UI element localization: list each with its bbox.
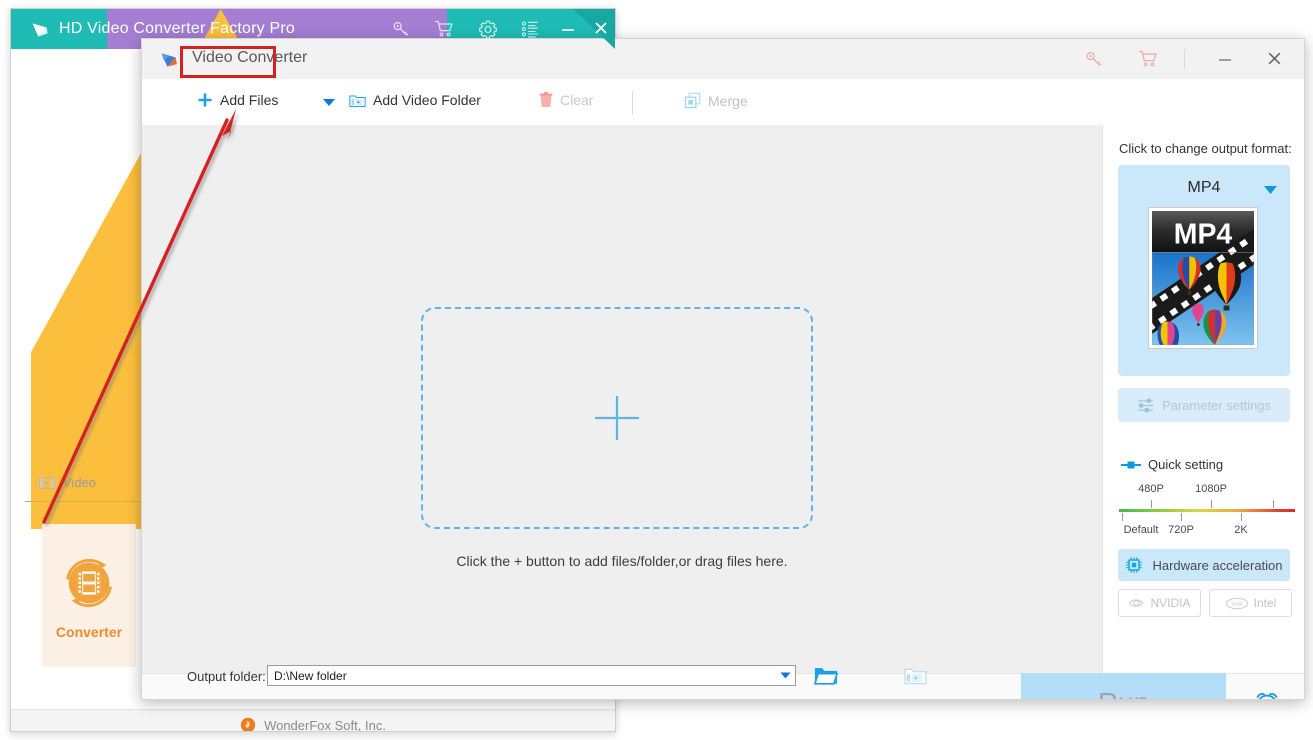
cart-icon[interactable] — [1137, 49, 1159, 69]
main-window-titlebar: Video Converter — [142, 39, 1304, 80]
clear-button[interactable]: Clear — [539, 92, 593, 108]
merge-button[interactable]: Merge — [684, 92, 748, 109]
cart-icon[interactable] — [433, 19, 455, 39]
plus-icon — [198, 93, 212, 107]
content-area: Click the + button to add files/folder,o… — [142, 125, 1102, 673]
add-files-label: Add Files — [220, 92, 279, 108]
quality-slider-track — [1119, 509, 1295, 512]
main-close-button[interactable] — [1266, 50, 1283, 67]
annotation-box-add-files — [180, 46, 276, 78]
merge-squares-icon — [684, 92, 701, 109]
dropzone-hint: Click the + button to add files/folder,o… — [456, 553, 788, 569]
screen-root: HD Video Converter Factory Pro Video Con… — [0, 0, 1313, 740]
background-close-button[interactable] — [593, 20, 609, 36]
key-icon[interactable] — [1084, 49, 1104, 69]
toolbar-divider — [632, 91, 633, 115]
slider-tick — [1241, 513, 1242, 521]
list-icon[interactable] — [520, 19, 541, 39]
output-folder-bar: Output folder: D:\New folder Run — [142, 665, 1278, 699]
background-minimize-button[interactable] — [560, 21, 576, 37]
parameter-settings-button[interactable]: Parameter settings — [1118, 388, 1290, 422]
background-window-title: HD Video Converter Factory Pro — [59, 20, 296, 37]
chevron-down-icon[interactable] — [1263, 185, 1278, 195]
sidebar-item-converter-label: Converter — [55, 623, 123, 640]
output-folder-input[interactable]: D:\New folder — [267, 665, 795, 686]
nvidia-eye-icon — [1129, 599, 1144, 607]
toolbar: Add Files Add Video Folder Clear Merge — [142, 79, 1304, 126]
file-dropzone[interactable] — [421, 307, 813, 529]
sidebar-item-converter[interactable]: Converter — [42, 524, 136, 667]
gpu-button-nvidia[interactable]: NVIDIA — [1118, 589, 1201, 617]
slider-tick — [1151, 500, 1152, 508]
quick-setting-label: Quick setting — [1148, 457, 1224, 472]
cpu-chip-icon — [1126, 557, 1143, 573]
gear-icon[interactable] — [477, 19, 499, 40]
wonderfox-play-logo-icon — [32, 23, 48, 37]
plus-icon — [595, 396, 639, 440]
gpu-button-intel-label: Intel — [1253, 596, 1277, 610]
hardware-acceleration-label: Hardware acceleration — [1152, 557, 1283, 573]
titlebar-divider — [1184, 49, 1185, 69]
slider-label-720p: 720P — [1168, 524, 1194, 536]
mp4-balloons-filmstrip-thumbnail: MP4 — [1118, 207, 1274, 349]
svg-text:MP4: MP4 — [1174, 218, 1233, 250]
quick-setting-row[interactable]: Quick setting — [1121, 457, 1223, 472]
chevron-down-icon[interactable] — [322, 98, 336, 107]
format-prompt-label: Click to change output format: — [1119, 141, 1292, 156]
add-video-folder-button[interactable]: Add Video Folder — [349, 92, 481, 108]
slider-handle-icon — [1121, 461, 1141, 468]
sidebar-section-video-label: Video — [63, 475, 97, 490]
slider-tick — [1211, 500, 1212, 508]
slider-tick — [1122, 513, 1123, 521]
add-video-folder-label: Add Video Folder — [373, 92, 481, 108]
background-window-footer: WonderFox Soft, Inc. — [11, 709, 615, 732]
merge-label: Merge — [708, 92, 748, 109]
chevron-down-icon — [780, 672, 791, 679]
slider-label-1080p: 1080P — [1195, 483, 1227, 495]
hardware-acceleration-button[interactable]: Hardware acceleration — [1118, 549, 1290, 581]
wonderfox-play-logo-icon — [161, 53, 177, 67]
svg-text:intel: intel — [1231, 602, 1242, 608]
sidebar-section-video[interactable]: Video — [39, 475, 96, 490]
slider-tick — [1181, 513, 1182, 521]
run-button-label: Run — [1098, 687, 1149, 699]
footer-text: WonderFox Soft, Inc. — [264, 717, 386, 732]
output-folder-label: Output folder: — [187, 669, 266, 684]
slider-label-default: Default — [1123, 524, 1159, 536]
slider-tick — [1273, 500, 1274, 508]
add-files-button[interactable]: Add Files — [197, 92, 278, 108]
output-folder-dropdown-button[interactable] — [776, 665, 796, 686]
sliders-icon — [1137, 398, 1153, 412]
converter-film-refresh-icon — [66, 558, 112, 607]
gpu-button-nvidia-label: NVIDIA — [1150, 596, 1191, 610]
parameter-settings-label: Parameter settings — [1161, 397, 1272, 413]
intel-icon: intel — [1225, 597, 1248, 609]
main-window: Video Converter Add Files Add Video Fold… — [141, 38, 1305, 700]
video-film-icon — [39, 476, 55, 489]
slider-label-480p: 480P — [1138, 483, 1164, 495]
slider-label-2k: 2K — [1234, 524, 1248, 536]
run-button[interactable]: Run — [1021, 673, 1226, 699]
clear-label: Clear — [560, 92, 594, 108]
key-icon[interactable] — [391, 19, 411, 39]
media-folder-button[interactable] — [904, 666, 927, 686]
open-folder-button[interactable] — [814, 665, 838, 686]
trash-icon — [539, 92, 553, 107]
gpu-button-intel[interactable]: intel Intel — [1209, 589, 1292, 617]
folder-film-icon — [349, 94, 366, 107]
output-settings-panel: Click to change output format: MP4 MP4 P… — [1102, 125, 1304, 673]
quality-slider[interactable]: 480P 1080P Default 720P 2K — [1119, 483, 1295, 539]
wonderfox-fox-logo-icon — [240, 717, 256, 731]
main-minimize-button[interactable] — [1217, 51, 1233, 67]
output-format-card[interactable]: MP4 MP4 — [1118, 165, 1290, 376]
alarm-clock-button[interactable] — [1252, 688, 1282, 700]
